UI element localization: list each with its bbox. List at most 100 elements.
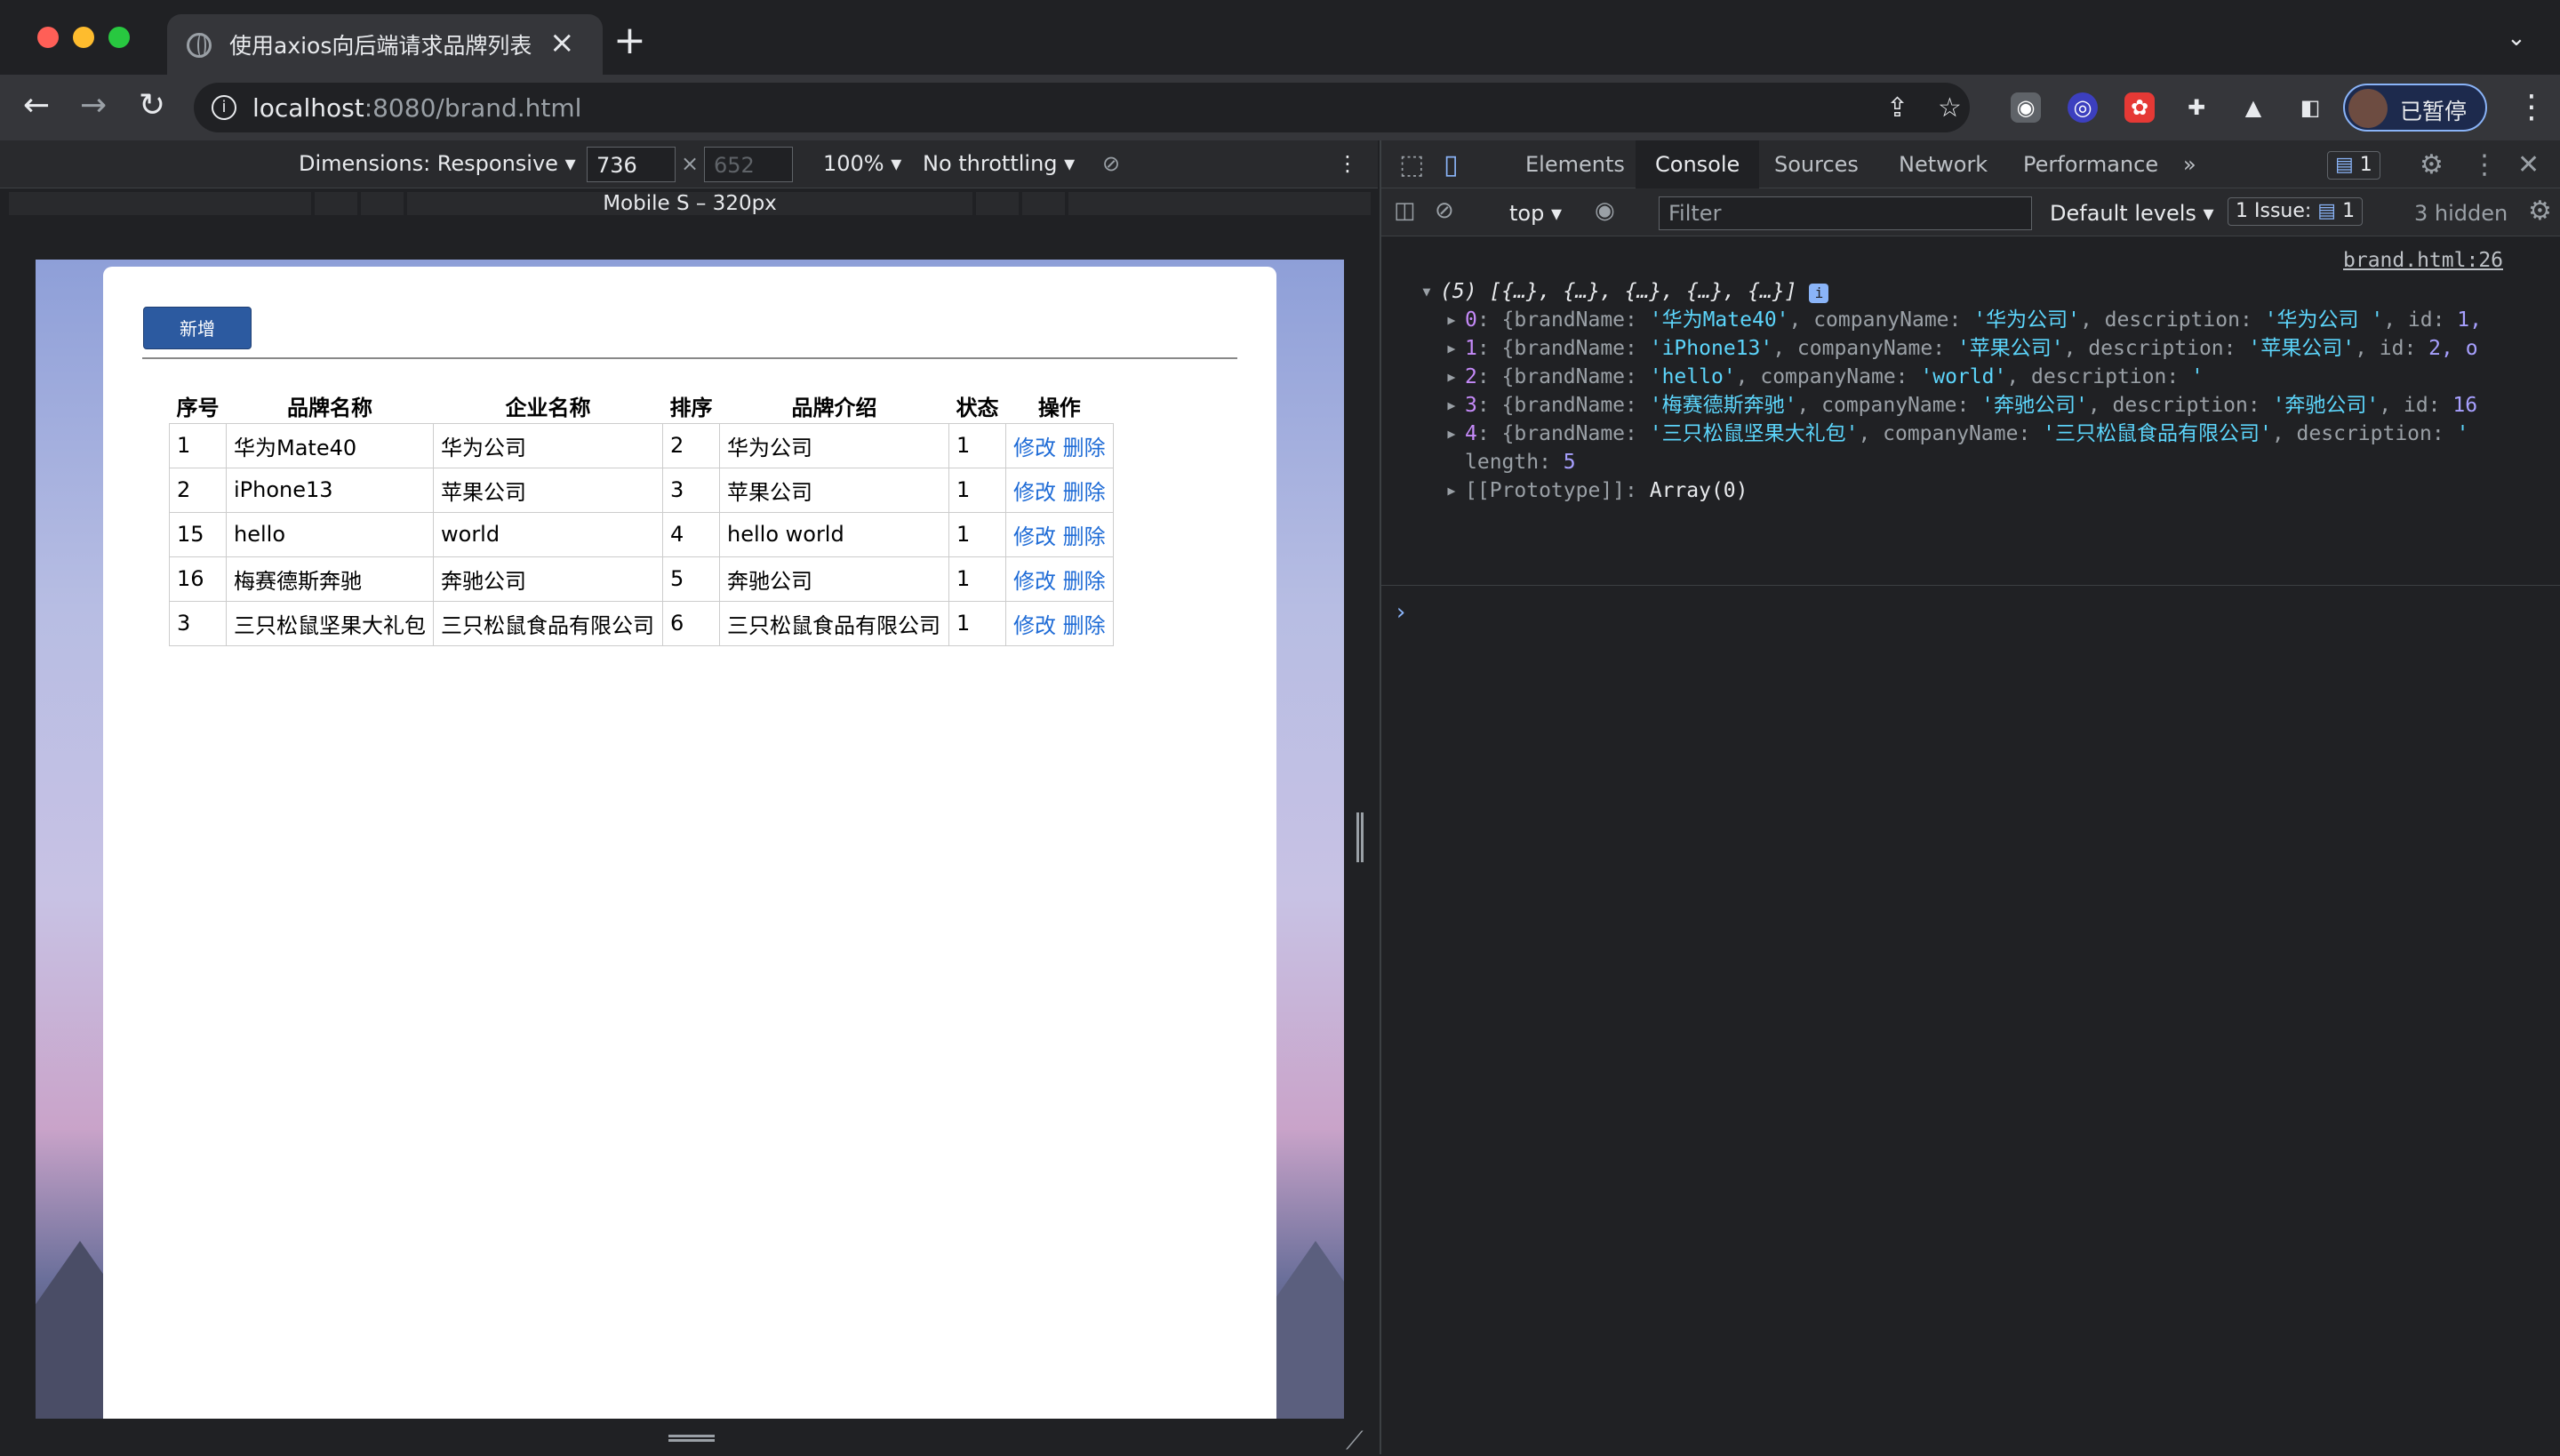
delete-link[interactable]: 删除 xyxy=(1063,436,1106,460)
tab-sources[interactable]: Sources xyxy=(1755,140,1878,188)
cell-status: 1 xyxy=(948,422,1006,468)
cell-id: 2 xyxy=(169,467,227,513)
forward-icon[interactable]: → xyxy=(80,87,107,124)
array-summary-text: (5) [{…}, {…}, {…}, {…}, {…}] xyxy=(1440,280,1797,303)
extension-icon[interactable]: ✿ xyxy=(2124,92,2155,123)
levels-select[interactable]: Default levels ▾ xyxy=(2050,201,2214,226)
inspect-icon[interactable]: ⬚ xyxy=(1399,149,1424,180)
chevron-down-icon[interactable]: ⌄ xyxy=(2507,25,2526,52)
globe-icon xyxy=(187,33,212,58)
close-icon[interactable]: × xyxy=(549,25,575,60)
tab-console[interactable]: Console xyxy=(1636,140,1760,188)
clear-console-icon[interactable]: ⊘ xyxy=(1435,197,1454,224)
url-host: localhost xyxy=(252,93,364,123)
console-entry[interactable]: ▸ 2: {brandName: 'hello', companyName: 'w… xyxy=(1445,363,2204,391)
console-array-summary[interactable]: ▾ (5) [{…}, {…}, {…}, {…}, {…}] i xyxy=(1420,277,1829,306)
expand-arrow-icon[interactable]: ▸ xyxy=(1445,363,1465,391)
console-entry[interactable]: ▸ 0: {brandName: '华为Mate40', companyName:… xyxy=(1445,306,2482,334)
delete-link[interactable]: 删除 xyxy=(1063,480,1106,505)
minimize-window-button[interactable] xyxy=(73,27,94,48)
star-icon[interactable]: ☆ xyxy=(1938,92,1962,124)
brand-page: 新增 序号 品牌名称 企业名称 排序 品牌介绍 状态 操作 1 华为Mate40… xyxy=(103,267,1276,1419)
expand-arrow-icon[interactable]: ▸ xyxy=(1445,420,1465,448)
throttling-select[interactable]: No throttling ▾ xyxy=(923,151,1075,176)
source-link[interactable]: brand.html:26 xyxy=(2343,249,2503,272)
console-entry[interactable]: ▸ 4: {brandName: '三只松鼠坚果大礼包', companyName… xyxy=(1445,420,2468,448)
context-select[interactable]: top ▾ xyxy=(1509,201,1562,226)
edit-link[interactable]: 修改 xyxy=(1013,569,1056,594)
expand-arrow-icon[interactable]: ▸ xyxy=(1445,476,1465,505)
address-bar[interactable]: i localhost:8080/brand.html ⇪ ☆ xyxy=(194,83,1970,132)
rotate-icon[interactable]: ⊘ xyxy=(1102,151,1120,176)
expand-arrow-icon[interactable]: ▸ xyxy=(1445,306,1465,334)
eye-icon[interactable]: ◉ xyxy=(1595,197,1615,224)
dimensions-select[interactable]: Dimensions: Responsive ▾ xyxy=(299,151,576,176)
device-toolbar-icon[interactable]: ▯ xyxy=(1444,149,1459,180)
sidebar-toggle-icon[interactable]: ◫ xyxy=(1394,197,1416,224)
console-filterbar: ◫ ⊘ top ▾ ◉ Filter Default levels ▾ 1 Is… xyxy=(1381,188,2560,236)
info-icon: i xyxy=(1809,284,1829,303)
cell-brand-name: iPhone13 xyxy=(226,467,434,513)
close-icon[interactable]: ✕ xyxy=(2517,149,2540,180)
browser-titlebar: 使用axios向后端请求品牌列表数据 × + ⌄ xyxy=(0,0,2560,75)
horizontal-resize-handle[interactable] xyxy=(668,1435,715,1442)
edit-link[interactable]: 修改 xyxy=(1013,524,1056,549)
profile-label: 已暂停 xyxy=(2400,99,2468,124)
prototype-key: [[Prototype]] xyxy=(1465,479,1626,502)
hidden-count: 3 hidden xyxy=(2414,201,2508,226)
edit-link[interactable]: 修改 xyxy=(1013,436,1056,460)
edit-link[interactable]: 修改 xyxy=(1013,613,1056,638)
console-entry[interactable]: ▸ 1: {brandName: 'iPhone13', companyName:… xyxy=(1445,334,2478,363)
console-prompt[interactable]: › xyxy=(1394,599,1408,626)
delete-link[interactable]: 删除 xyxy=(1063,569,1106,594)
expand-arrow-icon[interactable]: ▸ xyxy=(1445,391,1465,420)
profile-button[interactable]: 已暂停 xyxy=(2343,84,2487,132)
media-query-bar[interactable]: Mobile S – 320px xyxy=(7,192,1372,215)
height-input[interactable]: 652 xyxy=(704,147,793,182)
kebab-icon[interactable]: ⋮ xyxy=(1337,151,1358,176)
messages-badge[interactable]: ▤ 1 xyxy=(2327,151,2380,180)
kebab-icon[interactable]: ⋮ xyxy=(2516,89,2548,125)
entry-tail-num: 16 xyxy=(2452,394,2478,417)
gear-icon[interactable]: ⚙ xyxy=(2420,149,2444,180)
expand-arrow-icon[interactable]: ▾ xyxy=(1420,277,1440,306)
more-tabs-button[interactable]: » xyxy=(2164,140,2216,188)
tab-elements[interactable]: Elements xyxy=(1506,140,1644,188)
flask-icon[interactable]: ▲ xyxy=(2238,92,2268,123)
tab-performance[interactable]: Performance xyxy=(2004,140,2178,188)
reload-icon[interactable]: ↻ xyxy=(139,87,165,124)
cell-actions: 修改 删除 xyxy=(1005,556,1114,602)
width-input[interactable]: 736 xyxy=(587,147,676,182)
new-tab-button[interactable]: + xyxy=(613,18,646,63)
console-prototype[interactable]: ▸ [[Prototype]]: Array(0) xyxy=(1445,476,1748,505)
delete-link[interactable]: 删除 xyxy=(1063,524,1106,549)
console-entry[interactable]: ▸ 3: {brandName: '梅赛德斯奔驰', companyName: '… xyxy=(1445,391,2477,420)
tab-network[interactable]: Network xyxy=(1879,140,2007,188)
back-icon[interactable]: ← xyxy=(23,87,50,124)
add-brand-button[interactable]: 新增 xyxy=(143,307,252,349)
maximize-window-button[interactable] xyxy=(108,27,130,48)
cell-status: 1 xyxy=(948,600,1006,646)
share-icon[interactable]: ⇪ xyxy=(1886,92,1908,124)
url-text[interactable]: localhost:8080/brand.html xyxy=(252,93,581,123)
puzzle-icon[interactable]: ✚ xyxy=(2181,92,2212,123)
camera-icon[interactable]: ◉ xyxy=(2011,92,2041,123)
kebab-icon[interactable]: ⋮ xyxy=(2471,149,2498,180)
zoom-select[interactable]: 100% ▾ xyxy=(823,151,901,176)
resize-corner-icon[interactable]: ⟋ xyxy=(1346,1426,1364,1456)
console-filter-input[interactable]: Filter xyxy=(1659,196,2032,230)
info-icon[interactable]: i xyxy=(212,95,236,120)
expand-arrow-icon[interactable]: ▸ xyxy=(1445,334,1465,363)
entry-tail: , id: xyxy=(2355,337,2429,360)
vertical-resize-handle[interactable] xyxy=(1356,812,1364,862)
close-window-button[interactable] xyxy=(37,27,59,48)
sidepanel-icon[interactable]: ◧ xyxy=(2295,92,2325,123)
issues-button[interactable]: 1 Issue: ▤ 1 xyxy=(2228,197,2364,226)
extension-icon[interactable]: ◎ xyxy=(2068,92,2098,123)
delete-link[interactable]: 删除 xyxy=(1063,613,1106,638)
browser-tab[interactable]: 使用axios向后端请求品牌列表数据 × xyxy=(167,14,603,75)
edit-link[interactable]: 修改 xyxy=(1013,480,1056,505)
gear-icon[interactable]: ⚙ xyxy=(2528,196,2552,227)
table-row: 15 hello world 4 hello world 1 修改 删除 xyxy=(169,511,1114,557)
entry-index: 2 xyxy=(1465,365,1477,388)
